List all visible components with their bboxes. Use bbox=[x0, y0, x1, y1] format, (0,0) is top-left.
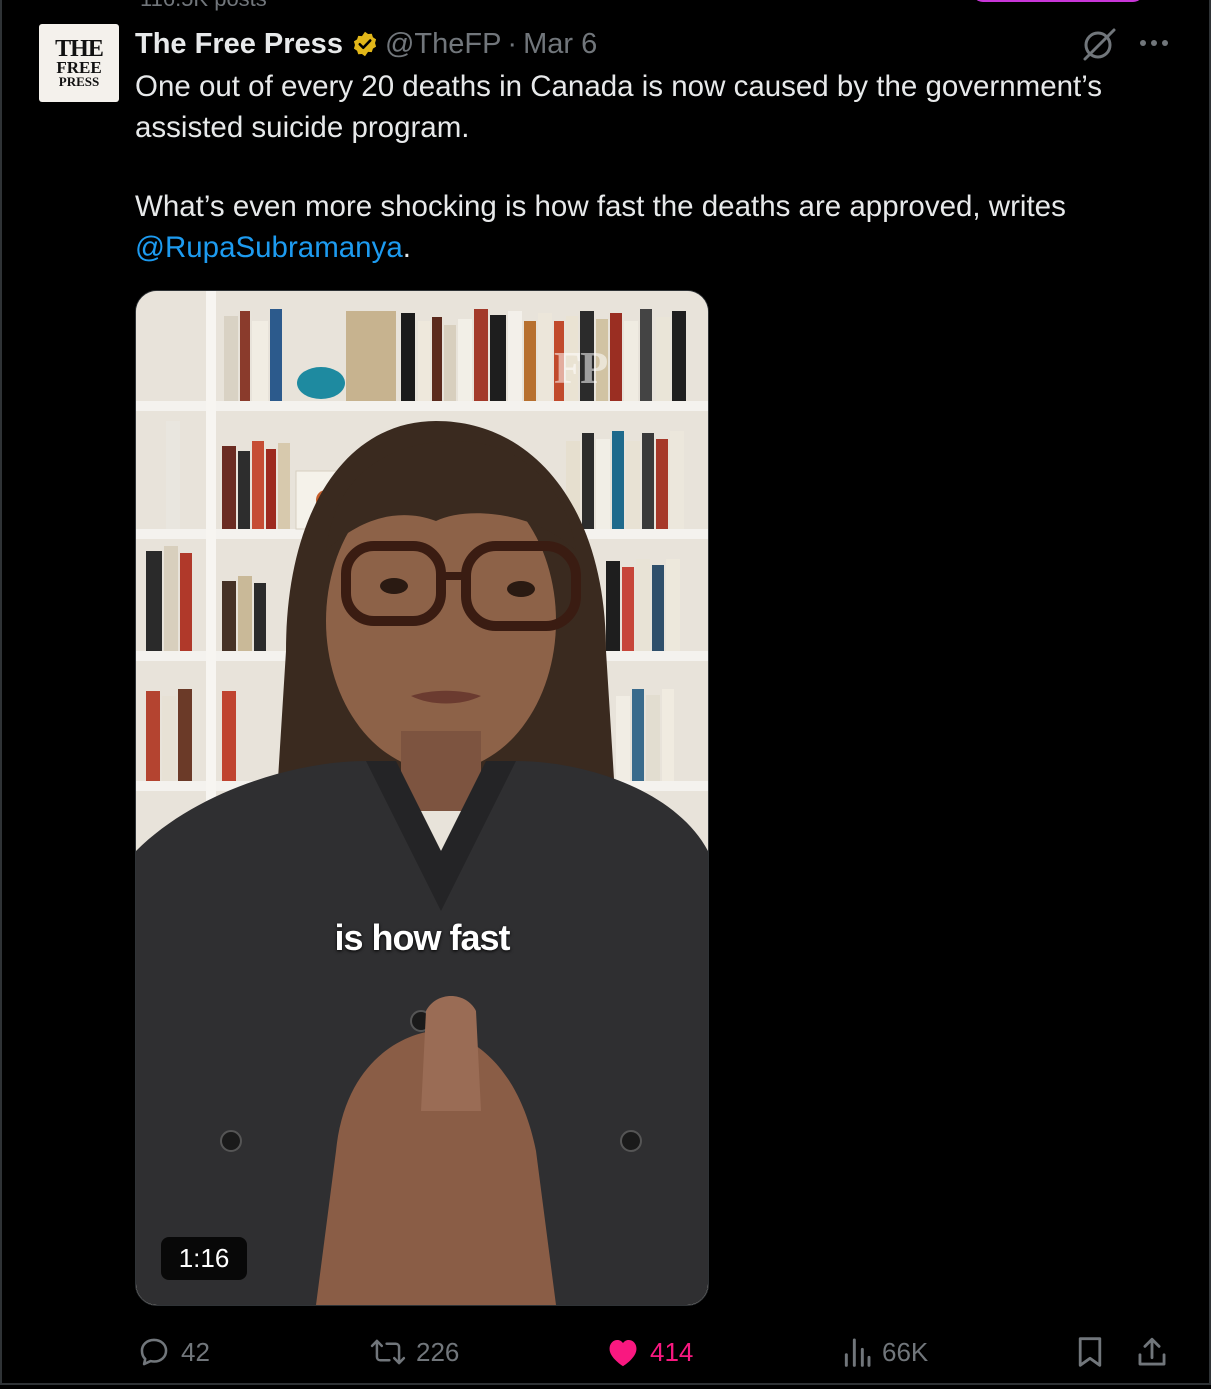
like-icon bbox=[609, 1339, 637, 1367]
share-icon bbox=[1138, 1337, 1166, 1366]
author-name[interactable]: The Free Press bbox=[135, 28, 343, 61]
post-date[interactable]: Mar 6 bbox=[523, 28, 597, 61]
reply-button[interactable]: 42 bbox=[137, 1332, 210, 1372]
bookmark-button[interactable] bbox=[1076, 1332, 1114, 1372]
like-button[interactable]: 414 bbox=[606, 1332, 693, 1372]
tweet-paragraph-1: One out of every 20 deaths in Canada is … bbox=[135, 70, 1103, 144]
avatar-text-1: THE bbox=[55, 35, 104, 62]
video-duration-badge: 1:16 bbox=[161, 1237, 247, 1280]
more-icon[interactable] bbox=[1136, 30, 1172, 56]
repost-count: 226 bbox=[416, 1336, 460, 1367]
repost-icon bbox=[370, 1339, 406, 1365]
tweet-paragraph-2-end: . bbox=[402, 231, 411, 264]
tweet-paragraph-2-text: What’s even more shocking is how fast th… bbox=[135, 190, 1066, 223]
mention-link[interactable]: @RupaSubramanya bbox=[135, 231, 403, 264]
tweet-paragraph-2: What’s even more shocking is how fast th… bbox=[135, 186, 1175, 268]
avatar[interactable]: THE FREE PRESS bbox=[39, 24, 119, 102]
reply-count: 42 bbox=[181, 1336, 210, 1367]
divider bbox=[0, 1383, 1211, 1385]
grok-icon[interactable] bbox=[1079, 26, 1119, 62]
author-handle[interactable]: @TheFP bbox=[385, 28, 501, 61]
like-count: 414 bbox=[650, 1336, 694, 1367]
bookmark-icon bbox=[1078, 1337, 1102, 1367]
previous-post-count: 116.5K posts bbox=[140, 0, 267, 12]
view-count: 66K bbox=[882, 1336, 929, 1367]
previous-follow-button[interactable] bbox=[972, 0, 1144, 2]
verified-badge-icon[interactable] bbox=[351, 30, 379, 58]
separator: · bbox=[507, 27, 518, 60]
views-button[interactable]: 66K bbox=[842, 1332, 928, 1372]
share-button[interactable] bbox=[1136, 1332, 1178, 1372]
video-frame bbox=[136, 291, 708, 1305]
views-icon bbox=[844, 1338, 871, 1367]
reply-icon bbox=[140, 1338, 168, 1366]
video-caption: is how fast bbox=[334, 917, 510, 958]
action-bar: 42 226 414 66K bbox=[0, 1332, 1211, 1372]
tweet-header: The Free Press @TheFP · Mar 6 bbox=[135, 24, 597, 64]
tweet-text: One out of every 20 deaths in Canada is … bbox=[135, 66, 1175, 268]
video-watermark: FP bbox=[554, 342, 608, 393]
avatar-text-3: PRESS bbox=[58, 73, 100, 89]
repost-button[interactable]: 226 bbox=[370, 1332, 459, 1372]
video-player[interactable]: FP is how fast bbox=[135, 290, 709, 1306]
